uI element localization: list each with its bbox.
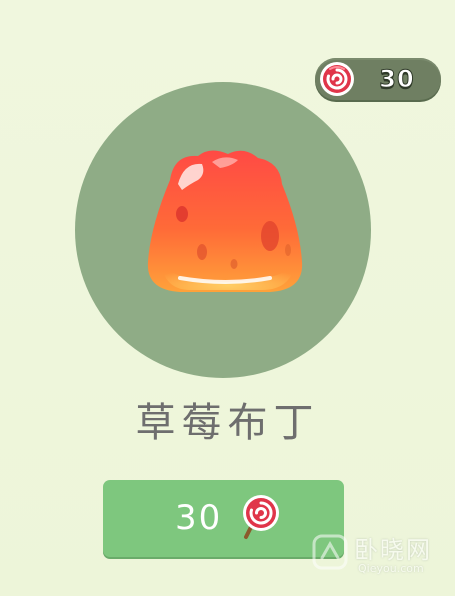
strawberry-jelly-pudding-icon (147, 150, 303, 292)
watermark-url: Qieyou.com (358, 562, 424, 575)
watermark-title: 卧晓网 (354, 536, 432, 564)
watermark-logo-icon (312, 534, 348, 570)
currency-count: 30 (379, 65, 415, 94)
item-name: 草莓布丁 (135, 400, 320, 446)
lollipop-candy-icon (320, 62, 354, 96)
site-watermark: 卧晓网 Qieyou.com (308, 516, 453, 594)
lollipop-candy-icon (243, 495, 279, 539)
shop-item-screen: 30 草莓布丁 30 卧晓网 Qieyou.com (0, 0, 455, 596)
buy-price: 30 (175, 498, 223, 538)
currency-counter: 30 (315, 58, 441, 100)
